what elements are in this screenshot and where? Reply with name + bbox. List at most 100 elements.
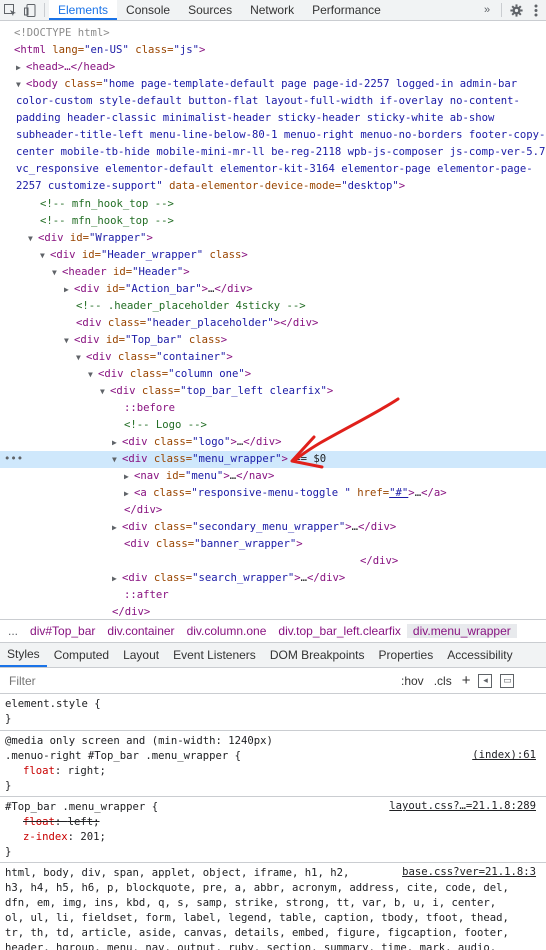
container-node[interactable]: ▼ <div class="container"> xyxy=(0,349,546,366)
css-declaration-overridden[interactable]: float: left; xyxy=(23,815,100,830)
breadcrumb-more[interactable]: ... xyxy=(0,624,24,638)
rule-selector[interactable]: ol, ul, li, fieldset, form, label, legen… xyxy=(5,911,509,926)
wrapper-node[interactable]: ▼ <div id="Wrapper"> xyxy=(0,230,546,247)
breadcrumb-item[interactable]: div.column.one xyxy=(181,624,273,638)
collapse-triangle-icon[interactable]: ▼ xyxy=(100,383,110,400)
breadcrumb-item[interactable]: div.container xyxy=(101,624,180,638)
body-node[interactable]: ▼ <body class="home page-template-default… xyxy=(0,76,546,195)
comment-node[interactable]: <!-- Logo --> xyxy=(0,417,546,434)
rule-selector[interactable]: h3, h4, h5, h6, p, blockquote, pre, a, a… xyxy=(5,881,509,896)
attr-value: "menu_wrapper" xyxy=(192,453,282,465)
nav-menu-node[interactable]: ▶ <nav id="menu">…</nav> xyxy=(0,468,546,485)
comment-node[interactable]: <!-- mfn_hook_top --> xyxy=(0,213,546,230)
secondary-menu-node[interactable]: ▶ <div class="secondary_menu_wrapper">…</… xyxy=(0,519,546,536)
column-one-node[interactable]: ▼ <div class="column one"> xyxy=(0,366,546,383)
rule-source-link[interactable]: layout.css?…=21.1.8:289 xyxy=(389,800,536,812)
header-placeholder-node[interactable]: <div class="header_placeholder"></div> xyxy=(0,315,546,332)
attr-value: "logo" xyxy=(192,436,231,448)
div-close-tag[interactable]: </div> xyxy=(0,553,546,570)
responsive-toggle-node[interactable]: ▶ <a class="responsive-menu-toggle " href… xyxy=(0,485,546,502)
rule-selector[interactable]: dfn, em, img, ins, kbd, q, s, samp, stri… xyxy=(5,896,496,911)
element-style-selector[interactable]: element.style { xyxy=(5,697,101,712)
breadcrumb-item[interactable]: div.top_bar_left.clearfix xyxy=(272,624,407,638)
collapse-triangle-icon[interactable]: ▼ xyxy=(64,332,74,349)
before-pseudo-node[interactable]: ::before xyxy=(0,400,546,417)
top-bar-left-node[interactable]: ▼ <div class="top_bar_left clearfix"> xyxy=(0,383,546,400)
rule-divider xyxy=(0,862,546,863)
expand-triangle-icon[interactable]: ▶ xyxy=(112,570,122,587)
href-link[interactable]: "#" xyxy=(389,487,408,499)
tab-accessibility[interactable]: Accessibility xyxy=(440,643,519,667)
rule-selector[interactable]: header, hgroup, menu, nav, output, ruby,… xyxy=(5,941,496,950)
top-bar-node[interactable]: ▼ <div id="Top_bar" class> xyxy=(0,332,546,349)
logo-node[interactable]: ▶ <div class="logo">…</div> xyxy=(0,434,546,451)
expand-triangle-icon[interactable]: ▶ xyxy=(124,468,134,485)
rule-selector[interactable]: #Top_bar .menu_wrapper { xyxy=(5,800,158,815)
breadcrumb-item-active[interactable]: div.menu_wrapper xyxy=(406,624,517,638)
expand-triangle-icon[interactable]: ▶ xyxy=(16,59,26,76)
collapse-triangle-icon[interactable]: ▼ xyxy=(76,349,86,366)
css-declaration[interactable]: float: right; xyxy=(23,764,106,779)
tab-computed[interactable]: Computed xyxy=(47,643,116,667)
more-options-icon[interactable] xyxy=(526,0,546,20)
head-node[interactable]: ▶ <head>…</head> xyxy=(0,59,546,76)
tab-elements[interactable]: Elements xyxy=(49,0,118,20)
breadcrumb-item[interactable]: div#Top_bar xyxy=(24,624,101,638)
collapse-triangle-icon[interactable]: ▼ xyxy=(16,76,26,93)
rule-selector[interactable]: tr, th, td, article, aside, canvas, deta… xyxy=(5,926,509,941)
computed-sidebar-icon[interactable]: ◂ xyxy=(478,673,493,688)
node-actions-icon[interactable]: ••• xyxy=(4,451,23,468)
rule-selector[interactable]: .menuo-right #Top_bar .menu_wrapper { xyxy=(5,749,241,764)
menu-wrapper-node[interactable]: ••• ▼ <div class="menu_wrapper"> == $0 xyxy=(0,451,546,468)
filter-input[interactable] xyxy=(7,672,391,689)
class-toggle-button[interactable]: .cls xyxy=(434,674,452,688)
collapse-triangle-icon[interactable]: ▼ xyxy=(28,230,38,247)
tab-layout[interactable]: Layout xyxy=(116,643,166,667)
gear-icon[interactable] xyxy=(506,0,526,20)
expand-triangle-icon[interactable]: ▶ xyxy=(112,434,122,451)
comment-node[interactable]: <!-- .header_placeholder 4sticky --> xyxy=(0,298,546,315)
html-tag-open: <html xyxy=(14,44,46,56)
action-bar-node[interactable]: ▶ <div id="Action_bar">…</div> xyxy=(0,281,546,298)
comment-node[interactable]: <!-- mfn_hook_top --> xyxy=(0,196,546,213)
after-pseudo-node[interactable]: ::after xyxy=(0,587,546,604)
hover-state-button[interactable]: :hov xyxy=(401,674,424,688)
more-tabs-icon[interactable]: » xyxy=(477,0,497,20)
banner-wrapper-node[interactable]: <div class="banner_wrapper"> xyxy=(0,536,546,553)
attr-value: "column one" xyxy=(168,368,245,380)
devtools-toolbar: Elements Console Sources Network Perform… xyxy=(0,0,546,21)
styles-filter-bar: :hov .cls + ◂ ▭ xyxy=(0,668,546,694)
attr-value: "desktop" xyxy=(341,180,399,192)
tab-console[interactable]: Console xyxy=(117,0,179,20)
tab-performance[interactable]: Performance xyxy=(303,0,390,20)
device-toolbar-icon[interactable] xyxy=(20,0,40,20)
div-close-tag[interactable]: </div> xyxy=(0,502,546,519)
tab-event-listeners[interactable]: Event Listeners xyxy=(166,643,263,667)
new-rule-button[interactable]: + xyxy=(462,672,471,689)
search-wrapper-node[interactable]: ▶ <div class="search_wrapper">…</div> xyxy=(0,570,546,587)
div-close-tag[interactable]: </div> xyxy=(0,604,546,619)
tab-dom-breakpoints[interactable]: DOM Breakpoints xyxy=(263,643,372,667)
rule-source-link[interactable]: (index):61 xyxy=(472,749,536,761)
styles-pane-tabs: Styles Computed Layout Event Listeners D… xyxy=(0,643,546,668)
toggle-sidebar-icon[interactable]: ▭ xyxy=(500,673,515,688)
header-node[interactable]: ▼ <header id="Header"> xyxy=(0,264,546,281)
rule-source-link[interactable]: base.css?ver=21.1.8:3 xyxy=(402,866,536,878)
expand-triangle-icon[interactable]: ▶ xyxy=(112,519,122,536)
expand-triangle-icon[interactable]: ▶ xyxy=(124,485,134,502)
tab-network[interactable]: Network xyxy=(241,0,303,20)
rule-selector[interactable]: html, body, div, span, applet, object, i… xyxy=(5,866,349,881)
inspect-element-icon[interactable] xyxy=(0,0,20,20)
expand-triangle-icon[interactable]: ▶ xyxy=(64,281,74,298)
collapse-triangle-icon[interactable]: ▼ xyxy=(88,366,98,383)
tab-properties[interactable]: Properties xyxy=(372,643,441,667)
tab-sources[interactable]: Sources xyxy=(179,0,241,20)
header-wrapper-node[interactable]: ▼ <div id="Header_wrapper" class> xyxy=(0,247,546,264)
css-declaration[interactable]: z-index: 201; xyxy=(23,830,106,845)
doctype-node[interactable]: <!DOCTYPE html> xyxy=(0,25,546,42)
collapse-triangle-icon[interactable]: ▼ xyxy=(52,264,62,281)
tab-styles[interactable]: Styles xyxy=(0,643,47,667)
collapse-triangle-icon[interactable]: ▼ xyxy=(112,451,122,468)
collapse-triangle-icon[interactable]: ▼ xyxy=(40,247,50,264)
html-node[interactable]: <html lang="en-US" class="js"> xyxy=(0,42,546,59)
